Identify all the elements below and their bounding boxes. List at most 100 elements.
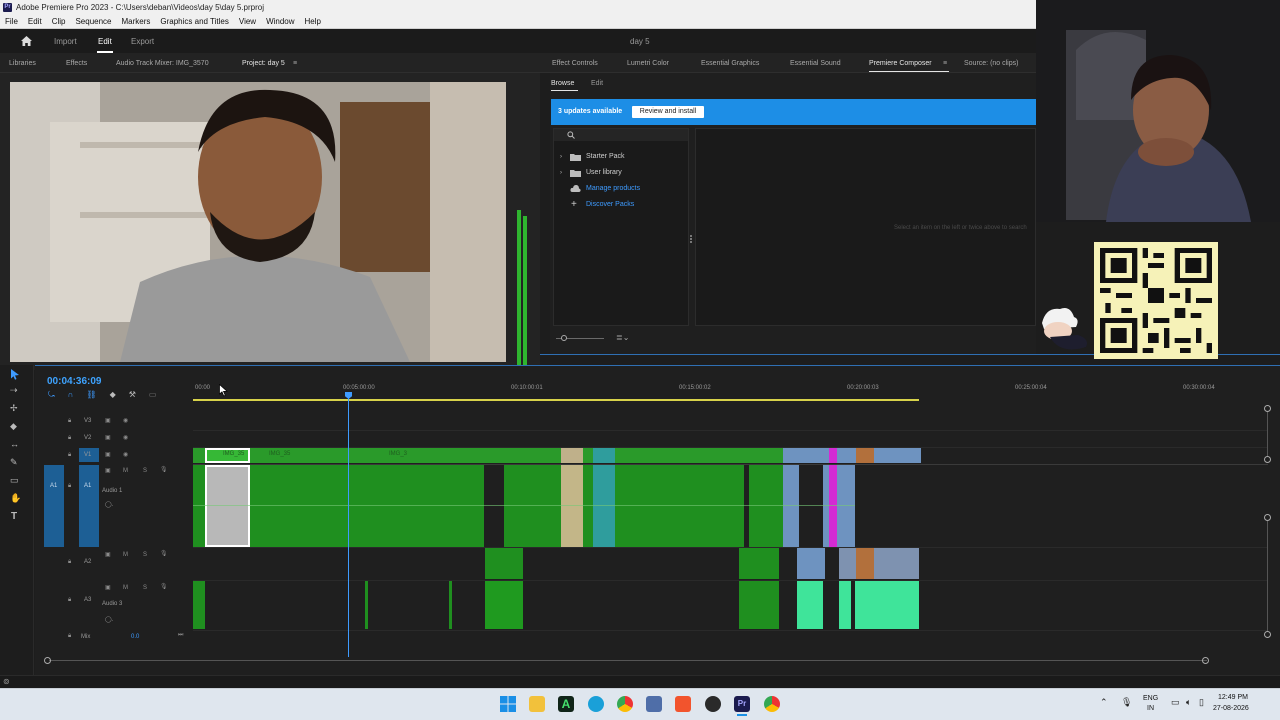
v1-track-lane[interactable]: IMG_35 IMG_35 IMG_3 (193, 448, 921, 463)
splitter-handle[interactable] (690, 235, 692, 243)
a3-clip[interactable] (193, 581, 205, 629)
linked-selection-icon[interactable]: ⛓ (86, 390, 96, 400)
chevron-right-icon[interactable]: › (560, 154, 562, 160)
tray-chevron-up-icon[interactable]: ⌃ (1100, 697, 1108, 708)
mute-button-a1[interactable]: M (123, 468, 128, 474)
lock-icon[interactable]: 🔒︎ (68, 483, 71, 490)
mute-button-a3[interactable]: M (123, 585, 128, 591)
a2-clip-blue[interactable] (839, 548, 919, 579)
list-view-icon[interactable]: ≣⌄ (616, 333, 629, 342)
menu-view[interactable]: View (239, 15, 256, 28)
a3-clip[interactable] (739, 581, 779, 629)
tab-essential-sound[interactable]: Essential Sound (790, 60, 841, 67)
vscroll-audio-bottom[interactable] (1264, 631, 1271, 638)
timeline-zoom-scrollbar[interactable] (43, 655, 1273, 667)
a2-clip-brown[interactable] (856, 548, 874, 579)
language-indicator[interactable]: ENG (1143, 695, 1158, 702)
tree-item-user-library[interactable]: User library (586, 169, 622, 176)
windows-start-icon[interactable] (500, 696, 516, 712)
volume-knob-icon[interactable]: ◯. (105, 501, 113, 508)
sync-lock-icon[interactable]: ▣ (105, 467, 111, 474)
tree-item-discover-packs[interactable]: Discover Packs (586, 201, 634, 208)
a3-clip-mint[interactable] (855, 581, 919, 629)
review-install-button[interactable]: Review and install (632, 106, 704, 118)
a2-clip-blue[interactable] (797, 548, 825, 579)
tab-source[interactable]: Source: (no clips) (964, 60, 1018, 67)
menu-graphics-titles[interactable]: Graphics and Titles (160, 15, 228, 28)
add-marker-icon[interactable]: ◆ (110, 390, 116, 400)
brave-icon[interactable] (675, 696, 691, 712)
mute-button-a2[interactable]: M (123, 552, 128, 558)
solo-button-a2[interactable]: S (143, 552, 147, 558)
vscroll-audio-top[interactable] (1264, 514, 1271, 521)
snap-icon[interactable]: ∩ (68, 390, 74, 400)
panel-menu-icon[interactable]: ≡ (293, 60, 297, 67)
timeline-timecode[interactable]: 00:04:36:09 (47, 376, 101, 387)
track-select-tool-icon[interactable]: ⇢ (10, 385, 18, 396)
tab-import[interactable]: Import (54, 37, 77, 46)
hscroll-right-handle[interactable] (1202, 657, 1209, 664)
sync-lock-icon[interactable]: ▣ (105, 584, 111, 591)
selection-tool-icon[interactable] (10, 369, 20, 380)
a1-clip-magenta[interactable] (829, 465, 837, 547)
vscroll-audio-bar[interactable] (1267, 521, 1268, 632)
menu-window[interactable]: Window (266, 15, 294, 28)
home-icon[interactable] (20, 35, 33, 47)
a1-clip-blue[interactable] (823, 465, 855, 547)
tree-item-starter-pack[interactable]: Starter Pack (586, 153, 625, 160)
volume-icon[interactable]: 🔈︎ (1186, 697, 1191, 708)
tab-project[interactable]: Project: day 5 (242, 60, 285, 67)
solo-button-a1[interactable]: S (143, 468, 147, 474)
composer-menu-icon[interactable]: ≡ (943, 60, 947, 67)
composer-tab-browse[interactable]: Browse (551, 80, 574, 87)
menu-clip[interactable]: Clip (52, 15, 66, 28)
menu-edit[interactable]: Edit (28, 15, 42, 28)
vscroll-bottom-handle[interactable] (1264, 456, 1271, 463)
v1-clip-magenta[interactable] (829, 448, 837, 463)
tab-audio-mixer[interactable]: Audio Track Mixer: IMG_3570 (116, 60, 209, 67)
microphone-tray-icon[interactable]: 🎙︎ (1121, 697, 1132, 708)
sync-lock-icon[interactable]: ▣ (105, 451, 111, 458)
mix-end-icon[interactable]: ⏭︎ (178, 632, 183, 639)
a3-clip[interactable] (485, 581, 523, 629)
lock-icon[interactable]: 🔒︎ (68, 435, 71, 442)
a2-clip[interactable] (485, 548, 523, 579)
a1-clip-blue[interactable] (783, 465, 799, 547)
tab-essential-graphics[interactable]: Essential Graphics (701, 60, 759, 67)
wrench-icon[interactable]: ⚒ (129, 390, 136, 400)
a1-clip-tan[interactable] (561, 465, 583, 547)
a1-clip-teal[interactable] (593, 465, 615, 547)
pen-tool-icon[interactable]: ✎ (10, 457, 18, 468)
chrome-icon-2[interactable] (764, 696, 780, 712)
a3-track-lane[interactable] (193, 581, 921, 629)
v1-clip-tan[interactable] (561, 448, 583, 463)
a2-track-lane[interactable] (193, 548, 921, 579)
solo-button-a3[interactable]: S (143, 585, 147, 591)
menu-markers[interactable]: Markers (122, 15, 151, 28)
a1-clip-selected[interactable] (205, 465, 250, 547)
tab-effect-controls[interactable]: Effect Controls (552, 60, 598, 67)
app-a-icon[interactable]: A (558, 696, 574, 712)
v1-clip-blue[interactable] (783, 448, 921, 463)
lock-icon[interactable]: 🔒︎ (68, 597, 71, 604)
razor-tool-icon[interactable]: ◆ (10, 421, 17, 432)
composer-search-input[interactable] (554, 129, 688, 141)
a3-clip[interactable] (449, 581, 452, 629)
lock-icon[interactable]: 🔒︎ (68, 559, 71, 566)
eye-icon[interactable]: ◉ (123, 434, 128, 441)
v1-clip-brown[interactable] (856, 448, 874, 463)
menu-help[interactable]: Help (305, 15, 321, 28)
captions-icon[interactable]: ▭ (149, 390, 157, 400)
sync-lock-icon[interactable]: ▣ (105, 551, 111, 558)
eye-icon[interactable]: ◉ (123, 451, 128, 458)
clock-time[interactable]: 12:49 PM (1218, 694, 1248, 701)
type-tool-icon[interactable]: T (11, 511, 17, 522)
sync-lock-icon[interactable]: ▣ (105, 434, 111, 441)
nest-toggle-icon[interactable]: ⤿ (48, 390, 55, 400)
premiere-taskbar-icon[interactable]: Pr (734, 696, 750, 712)
sync-lock-icon[interactable]: ▣ (105, 417, 111, 424)
obs-icon[interactable] (705, 696, 721, 712)
menu-file[interactable]: File (5, 15, 18, 28)
tab-effects[interactable]: Effects (66, 60, 87, 67)
tree-item-manage-products[interactable]: Manage products (586, 185, 640, 192)
